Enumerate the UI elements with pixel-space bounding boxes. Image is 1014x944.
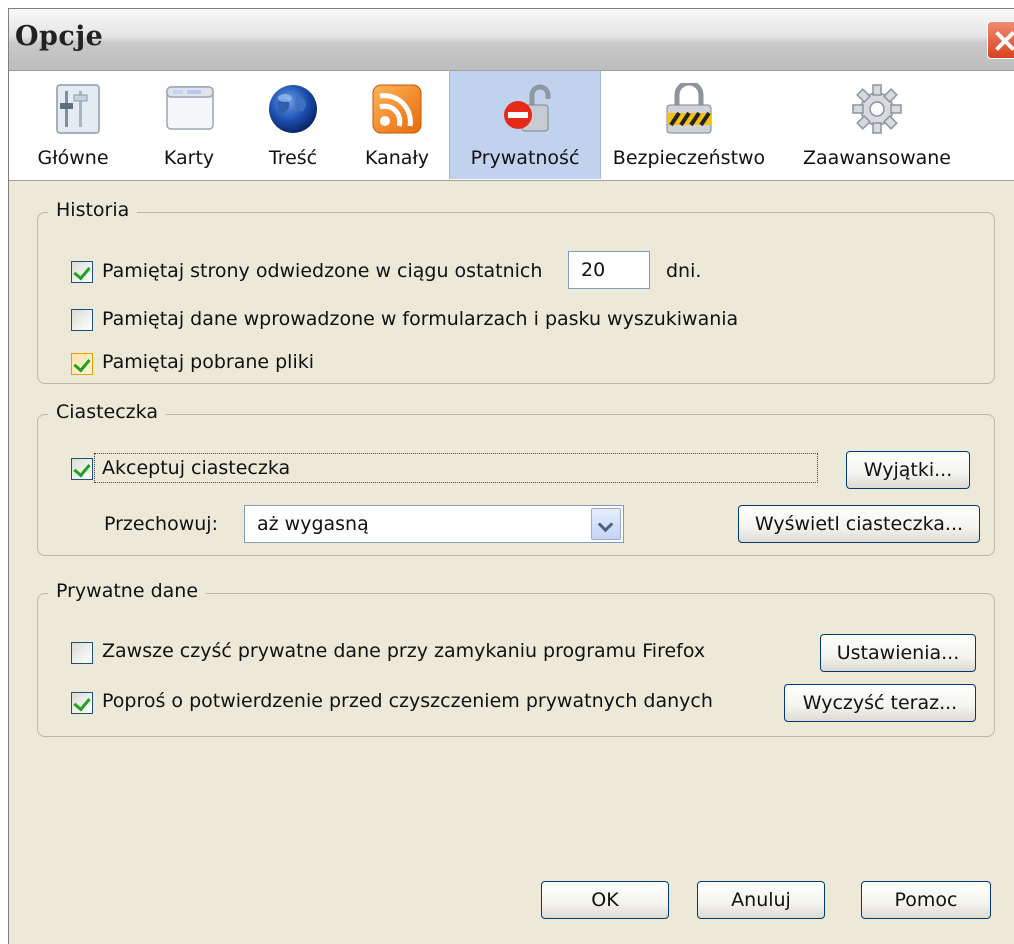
cookies-group: Ciasteczka Akceptuj ciasteczka Wyjątki..… bbox=[37, 401, 995, 556]
title-bar[interactable]: Opcje bbox=[9, 9, 1014, 71]
always-clear-checkbox[interactable] bbox=[71, 642, 93, 664]
accept-cookies-checkbox[interactable] bbox=[71, 458, 93, 480]
tab-security[interactable]: Bezpieczeństwo bbox=[601, 71, 777, 179]
tab-advanced[interactable]: Zaawansowane bbox=[777, 71, 977, 179]
ask-before-clear-label: Poproś o potwierdzenie przed czyszczenie… bbox=[102, 690, 713, 712]
general-sliders-icon bbox=[56, 84, 100, 134]
options-dialog: Opcje Główne Karty Treść Kanały Prywatno… bbox=[8, 8, 1014, 944]
private-data-group: Prywatne dane Zawsze czyść prywatne dane… bbox=[37, 580, 995, 737]
tab-general[interactable]: Główne bbox=[9, 71, 137, 179]
tabs-window-icon bbox=[166, 86, 214, 130]
tab-content[interactable]: Treść bbox=[241, 71, 345, 179]
tab-tabs[interactable]: Karty bbox=[137, 71, 241, 179]
show-cookies-button[interactable]: Wyświetl ciasteczka... bbox=[738, 505, 980, 543]
history-group-title: Historia bbox=[48, 199, 138, 221]
remember-downloads-checkbox[interactable] bbox=[71, 353, 93, 375]
category-toolbar: Główne Karty Treść Kanały Prywatność Bez… bbox=[9, 71, 1014, 181]
keep-until-value: aż wygasną bbox=[257, 513, 369, 535]
tab-content-label: Treść bbox=[268, 147, 318, 169]
private-data-group-title: Prywatne dane bbox=[48, 580, 207, 602]
chevron-down-icon[interactable] bbox=[591, 508, 621, 540]
content-globe-icon bbox=[269, 85, 317, 133]
tab-security-label: Bezpieczeństwo bbox=[612, 147, 766, 169]
remember-downloads-label: Pamiętaj pobrane pliki bbox=[102, 351, 315, 373]
tab-feeds[interactable]: Kanały bbox=[345, 71, 449, 179]
close-button[interactable] bbox=[987, 21, 1014, 59]
history-group: Historia Pamiętaj strony odwiedzone w ci… bbox=[37, 199, 995, 384]
days-unit-label: dni. bbox=[666, 260, 702, 282]
accept-cookies-label: Akceptuj ciasteczka bbox=[102, 457, 291, 479]
remember-pages-label: Pamiętaj strony odwiedzone w ciągu ostat… bbox=[102, 260, 543, 282]
security-padlock-icon bbox=[666, 83, 712, 134]
advanced-gear-icon bbox=[852, 84, 902, 134]
remember-forms-checkbox[interactable] bbox=[71, 309, 93, 331]
history-days-input[interactable]: 20 bbox=[568, 251, 650, 289]
cookies-group-title: Ciasteczka bbox=[48, 401, 166, 423]
keep-until-select[interactable]: aż wygasną bbox=[244, 505, 624, 543]
remember-forms-label: Pamiętaj dane wprowadzone w formularzach… bbox=[102, 308, 739, 330]
always-clear-label: Zawsze czyść prywatne dane przy zamykani… bbox=[102, 640, 706, 662]
tab-advanced-label: Zaawansowane bbox=[803, 147, 951, 169]
ok-button[interactable]: OK bbox=[541, 881, 669, 919]
clear-now-button[interactable]: Wyczyść teraz... bbox=[784, 684, 976, 722]
cancel-button[interactable]: Anuluj bbox=[697, 881, 825, 919]
ask-before-clear-checkbox[interactable] bbox=[71, 692, 93, 714]
exceptions-button[interactable]: Wyjątki... bbox=[846, 451, 970, 489]
privacy-padlock-icon bbox=[504, 84, 551, 132]
settings-button[interactable]: Ustawienia... bbox=[820, 634, 976, 672]
tab-privacy-label: Prywatność bbox=[470, 147, 580, 169]
window-title: Opcje bbox=[15, 21, 104, 52]
tab-feeds-label: Kanały bbox=[364, 147, 430, 169]
remember-pages-checkbox[interactable] bbox=[71, 261, 93, 283]
tab-general-label: Główne bbox=[37, 147, 109, 169]
help-button[interactable]: Pomoc bbox=[861, 881, 991, 919]
keep-until-label: Przechowuj: bbox=[104, 513, 218, 535]
feeds-rss-icon bbox=[372, 84, 422, 134]
tab-tabs-label: Karty bbox=[163, 147, 215, 169]
tab-privacy[interactable]: Prywatność bbox=[449, 71, 601, 179]
